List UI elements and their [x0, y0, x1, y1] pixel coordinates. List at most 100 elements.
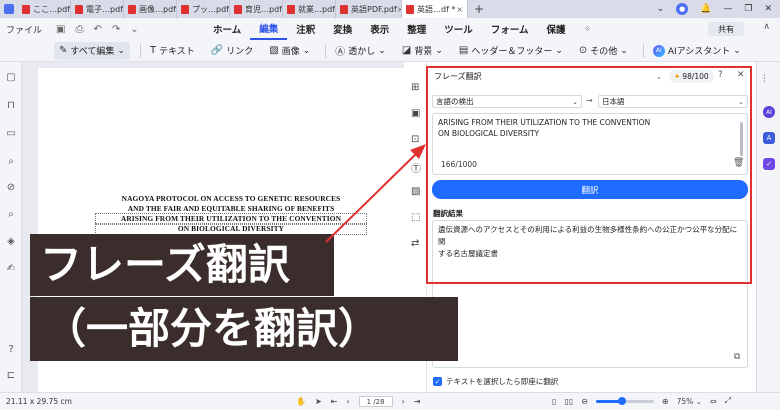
signature-icon[interactable]: ✍	[5, 263, 17, 274]
save-icon[interactable]: ▣	[56, 24, 65, 35]
menu-edit[interactable]: 編集	[250, 18, 288, 40]
menu-form[interactable]: フォーム	[482, 18, 538, 40]
add-text-button[interactable]: T テキスト	[145, 42, 200, 60]
close-icon[interactable]: ✕	[737, 70, 745, 80]
crop-icon[interactable]: ⊡	[411, 134, 419, 145]
file-menu[interactable]: ファイル	[0, 23, 42, 36]
page-thumbnails-icon[interactable]: ▢	[5, 72, 17, 83]
image-button[interactable]: ▧ 画像 ⌄	[264, 42, 315, 60]
text-edit-icon[interactable]: Ⓣ	[411, 160, 421, 175]
attachment-icon[interactable]: ⊘	[5, 182, 17, 193]
undo-icon[interactable]: ↶	[93, 24, 101, 35]
source-language-select[interactable]: 言語の検出 ⌄	[432, 95, 582, 108]
comment-icon[interactable]: ▭	[5, 128, 17, 139]
translate-panel-icon[interactable]: A	[763, 132, 775, 144]
first-page-icon[interactable]: ⇤	[331, 397, 338, 406]
menu-convert[interactable]: 変換	[324, 18, 361, 40]
help-icon[interactable]: ?	[718, 70, 723, 80]
watermark-button[interactable]: Ⓐ 透かし ⌄	[330, 42, 391, 60]
document-tab[interactable]: 英語PDF.pdf×	[336, 0, 402, 18]
translation-mode-select[interactable]: フレーズ翻訳 ⌄	[432, 70, 664, 83]
document-tab[interactable]: プッ…pdf×	[177, 0, 230, 18]
properties-icon[interactable]: ⫶	[763, 74, 766, 85]
check-icon[interactable]: ✓	[763, 158, 775, 170]
bell-icon[interactable]: 🔔	[700, 4, 711, 14]
layers-icon[interactable]: ◈	[5, 236, 17, 247]
selection-icon[interactable]: ⬚	[411, 212, 420, 223]
link-button[interactable]: 🔗 リンク	[206, 42, 258, 60]
trash-icon[interactable]: 🗑	[733, 158, 744, 168]
fit-page-icon[interactable]: ⤢	[725, 396, 731, 406]
main-menus: ホーム 編集 注釈 変換 表示 整理 ツール フォーム 保護 ✧	[204, 18, 601, 40]
lightbulb-icon[interactable]: ✧	[575, 18, 601, 40]
pdf-icon	[340, 4, 348, 14]
menu-protect[interactable]: 保護	[538, 18, 575, 40]
menu-home[interactable]: ホーム	[204, 18, 250, 40]
document-tab-active[interactable]: 英語…df * ×	[402, 0, 468, 18]
save-icon[interactable]: ▣	[411, 108, 420, 119]
copy-icon[interactable]: ⧉	[734, 352, 740, 362]
document-tab[interactable]: ここ…pdf×	[18, 0, 71, 18]
chevron-down-icon: ⌄	[435, 45, 443, 56]
ai-icon: AI	[652, 44, 665, 57]
close-tab-icon[interactable]: ×	[456, 5, 463, 14]
menu-organize[interactable]: 整理	[398, 18, 435, 40]
document-tab[interactable]: 育児…pdf×	[230, 0, 283, 18]
print-icon[interactable]: ⎙	[75, 24, 83, 35]
next-page-icon[interactable]: ›	[402, 397, 405, 406]
auto-translate-option[interactable]: ✓ テキストを選択したら即座に翻訳	[433, 376, 558, 387]
translate-button[interactable]: 翻訳	[432, 180, 748, 199]
divider	[139, 43, 141, 58]
ai-chat-icon[interactable]: AI	[763, 106, 775, 118]
add-icon[interactable]: ⊞	[411, 82, 419, 93]
prev-page-icon[interactable]: ‹	[346, 397, 349, 406]
zoom-slider-knob[interactable]	[618, 396, 627, 405]
zoom-level-select[interactable]: 75% ⌄	[677, 397, 702, 406]
minimize-icon[interactable]: —	[723, 4, 732, 14]
collapse-ribbon-icon[interactable]: ∧	[763, 22, 770, 32]
image-tool-icon[interactable]: ▧	[411, 186, 420, 197]
hand-icon[interactable]: ✋	[296, 397, 306, 406]
redo-icon[interactable]: ↷	[112, 24, 120, 35]
collapse-panel-icon[interactable]: ⊏	[5, 370, 17, 381]
zoom-slider[interactable]	[595, 396, 654, 405]
document-tab[interactable]: 画像…pdf×	[124, 0, 177, 18]
auto-translate-checkbox[interactable]: ✓	[433, 377, 442, 386]
maximize-icon[interactable]: ❐	[744, 4, 752, 14]
header-footer-button[interactable]: ▤ ヘッダー＆フッター ⌄	[454, 42, 568, 60]
zoom-in-icon[interactable]: ⊕	[662, 397, 669, 406]
other-button[interactable]: ⊙ その他 ⌄	[574, 42, 633, 60]
menu-view[interactable]: 表示	[361, 18, 398, 40]
translate-icon[interactable]: ⇄	[411, 238, 419, 249]
zoom-search-icon[interactable]: ⌕	[5, 209, 17, 220]
menu-tools[interactable]: ツール	[435, 18, 482, 40]
two-page-icon[interactable]: ▯▯	[564, 397, 573, 406]
edit-all-button[interactable]: ✎ すべて編集 ⌄	[54, 41, 130, 60]
app-icon[interactable]	[0, 0, 18, 18]
help-icon[interactable]: ?	[5, 344, 17, 355]
fit-width-icon[interactable]: ⇔	[710, 397, 717, 406]
select-cursor-icon[interactable]: ➤	[315, 397, 322, 406]
last-page-icon[interactable]: ⇥	[414, 397, 421, 406]
search-icon[interactable]: ⌕	[5, 156, 17, 167]
close-window-icon[interactable]: ✕	[764, 4, 772, 14]
document-tab[interactable]: 電子…pdf×	[71, 0, 124, 18]
dropdown-icon[interactable]: ⌄	[130, 24, 138, 35]
document-title[interactable]: NAGOYA PROTOCOL ON ACCESS TO GENETIC RES…	[95, 194, 367, 235]
background-button[interactable]: ◪ 背景 ⌄	[397, 42, 448, 60]
single-page-icon[interactable]: ▯	[552, 397, 556, 406]
chevron-down-icon[interactable]: ⌄	[657, 4, 665, 14]
document-tab[interactable]: 就業…pdf×	[283, 0, 336, 18]
bookmark-icon[interactable]: ⊓	[5, 100, 17, 111]
chevron-down-icon: ⌄	[572, 97, 578, 106]
scrollbar[interactable]	[740, 122, 743, 156]
target-language-select[interactable]: 日本語 ⌄	[598, 95, 748, 108]
share-button[interactable]: 共有	[708, 22, 744, 36]
chevron-down-icon: ⌄	[733, 45, 741, 56]
menu-comment[interactable]: 注釈	[287, 18, 324, 40]
page-number-field[interactable]: 1 /28	[358, 396, 393, 407]
ai-assistant-button[interactable]: AI AIアシスタント ⌄	[648, 42, 746, 60]
avatar[interactable]: ●	[676, 3, 689, 15]
zoom-out-icon[interactable]: ⊖	[581, 397, 588, 406]
new-tab-icon[interactable]: +	[474, 2, 484, 16]
